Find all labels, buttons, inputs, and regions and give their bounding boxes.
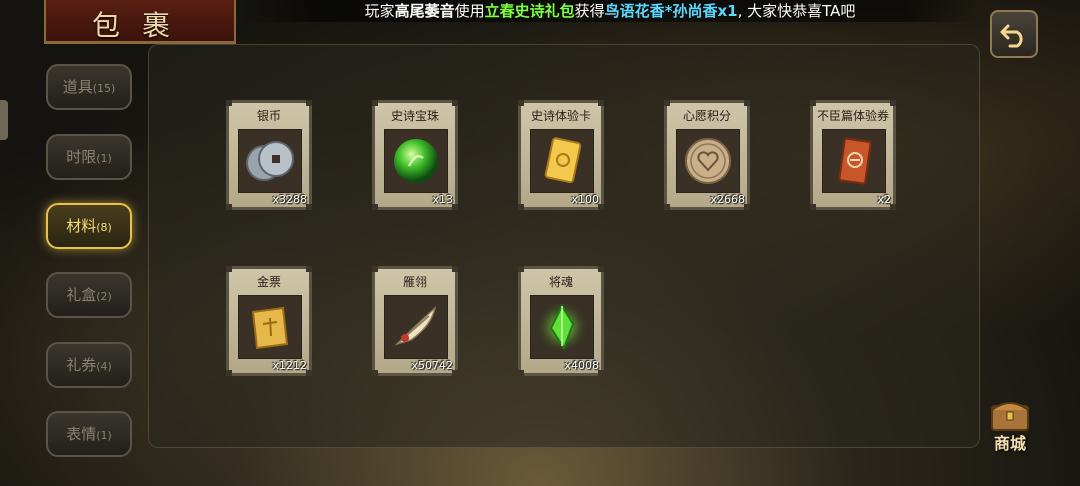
feather-icon (384, 295, 448, 359)
side-handle[interactable] (0, 100, 8, 140)
broadcast-suffix: , 大家快恭喜TA吧 (737, 2, 856, 20)
broadcast-gift: 立春史诗礼包 (484, 2, 575, 20)
tab-liquan[interactable]: 礼券(4) (46, 342, 132, 388)
tab-daoju[interactable]: 道具(15) (46, 64, 132, 110)
item-slot[interactable]: 银币 x3288 (226, 100, 312, 210)
item-slot[interactable]: 史诗宝珠 x13 (372, 100, 458, 210)
broadcast-player: 高尾萎音 (394, 2, 455, 20)
tab-lihe[interactable]: 礼盒(2) (46, 272, 132, 318)
item-quantity: x13 (432, 193, 453, 206)
tab-biaoqing[interactable]: 表情(1) (46, 411, 132, 457)
broadcast-item: 鸟语花香*孙尚香x1 (604, 2, 738, 20)
heart-coin-icon (676, 129, 740, 193)
item-name: 银币 (256, 109, 281, 123)
item-quantity: x4008 (564, 359, 599, 372)
item-slot[interactable]: 金票 x1212 (226, 266, 312, 376)
item-name: 不臣篇体验券 (816, 109, 889, 123)
tab-cailiao[interactable]: 材料(8) (46, 203, 132, 249)
shop-label: 商城 (993, 434, 1026, 453)
item-slot[interactable]: 将魂 x4008 (518, 266, 604, 376)
tab-count: (15) (92, 82, 116, 95)
item-quantity: x50742 (411, 359, 453, 372)
page-title: 包裹 (91, 9, 192, 42)
tab-count: (4) (96, 360, 112, 373)
title-banner: 包裹 (44, 0, 236, 44)
tab-count: (8) (96, 221, 112, 234)
item-name: 金票 (256, 275, 281, 289)
tab-count: (1) (96, 429, 112, 442)
item-slot[interactable]: 雁翎 x50742 (372, 266, 458, 376)
treasure-chest-icon (991, 402, 1029, 431)
item-name: 雁翎 (402, 275, 427, 289)
item-name: 史诗宝珠 (390, 109, 439, 123)
tab-shixian[interactable]: 时限(1) (46, 134, 132, 180)
item-slot[interactable]: 史诗体验卡 x100 (518, 100, 604, 210)
shop-button[interactable]: 商城 (980, 394, 1040, 454)
tab-label: 礼盒 (66, 286, 97, 304)
green-orb-icon (384, 129, 448, 193)
item-name: 将魂 (548, 275, 573, 289)
green-crystal-icon (530, 295, 594, 359)
item-quantity: x2668 (710, 193, 745, 206)
item-quantity: x2 (877, 193, 891, 206)
item-slot[interactable]: 心愿积分 x2668 (664, 100, 750, 210)
tab-label: 时限 (66, 148, 97, 166)
silver-coin-icon (238, 129, 302, 193)
tab-label: 礼券 (66, 356, 97, 374)
item-quantity: x1212 (272, 359, 307, 372)
item-slot[interactable]: 不臣篇体验券 x2 (810, 100, 896, 210)
item-quantity: x3288 (272, 193, 307, 206)
item-name: 心愿积分 (682, 109, 731, 123)
gold-scroll-icon (238, 295, 302, 359)
tab-label: 道具 (62, 78, 93, 96)
tab-count: (1) (96, 152, 112, 165)
broadcast-used: 使用 (454, 2, 485, 20)
broadcast-obtained: 获得 (574, 2, 605, 20)
broadcast-marquee: 玩家高尾萎音使用立春史诗礼包获得鸟语花香*孙尚香x1, 大家快恭喜TA吧 (240, 0, 980, 22)
item-quantity: x100 (571, 193, 599, 206)
back-button[interactable] (990, 10, 1038, 58)
ticket-icon (822, 129, 886, 193)
tab-label: 表情 (66, 425, 97, 443)
tab-label: 材料 (66, 217, 97, 235)
back-arrow-icon (1000, 24, 1023, 48)
item-name: 史诗体验卡 (530, 109, 591, 123)
broadcast-prefix: 玩家 (364, 2, 395, 20)
tab-count: (2) (96, 290, 112, 303)
gold-card-icon (530, 129, 594, 193)
